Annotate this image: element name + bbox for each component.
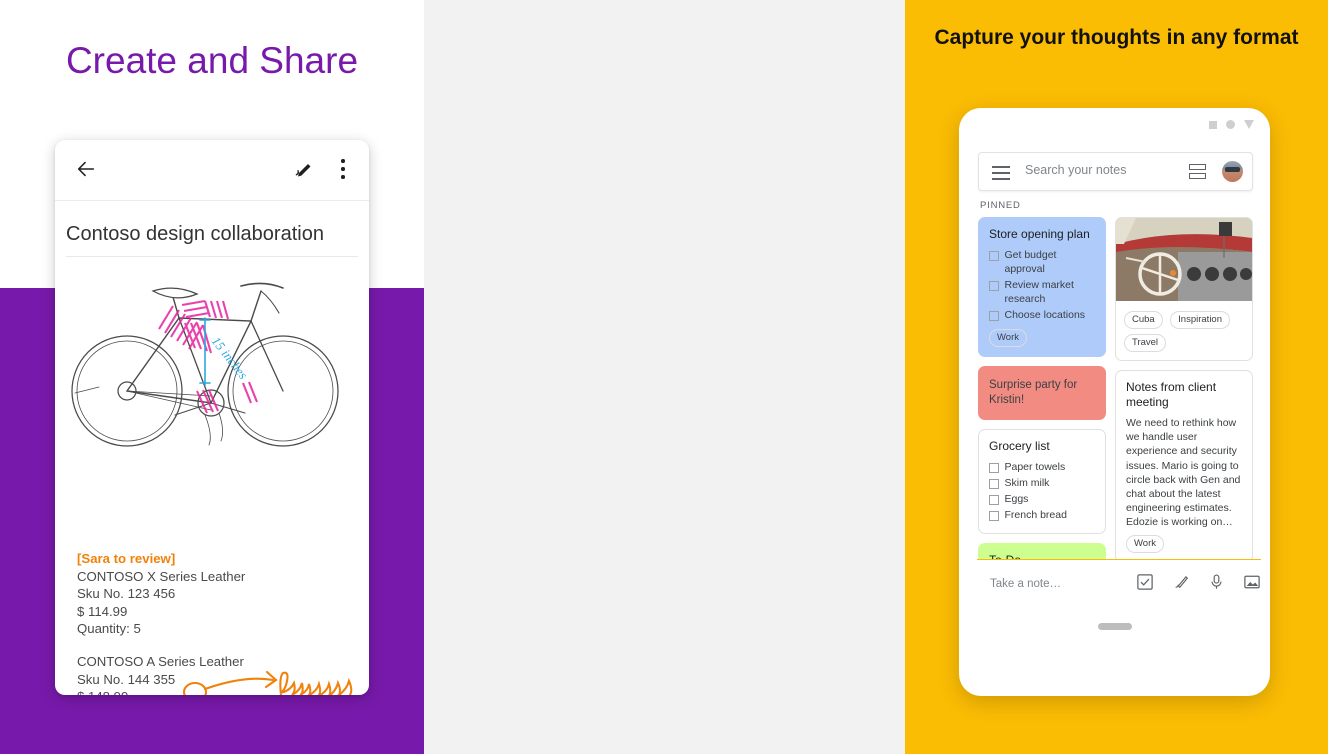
checklist-label: Choose locations (1004, 309, 1086, 321)
note-title: Store opening plan (989, 227, 1090, 241)
label-chip[interactable]: Travel (1124, 334, 1167, 352)
checklist-label: Get budget approval (1004, 249, 1057, 275)
arrow-left-icon[interactable] (75, 158, 97, 180)
note-text: We need to rethink how we handle user ex… (1126, 417, 1241, 529)
checklist-label: Review market research (1004, 279, 1074, 305)
note-body: [Sara to review] CONTOSO X Series Leathe… (77, 550, 355, 695)
section-label-pinned: PINNED (980, 200, 1021, 211)
hamburger-icon[interactable] (992, 166, 1010, 184)
note-editor-toolbar (55, 140, 369, 201)
item2-price: $ 148.99 (77, 688, 355, 695)
pen-edit-icon[interactable] (293, 159, 313, 179)
item1-quantity: Quantity: 5 (77, 621, 141, 637)
vintage-car-dashboard-photo (1116, 218, 1252, 301)
image-icon[interactable] (1244, 574, 1260, 590)
triangle-icon[interactable] (1244, 120, 1254, 129)
panel3-headline: Capture your thoughts in any format (934, 26, 1299, 49)
item1-name: CONTOSO X Series Leather (77, 568, 246, 584)
keep-column-left: Store opening plan Get budget approval R… (978, 217, 1106, 616)
tablet-device: Search your notes PINNED Store opening p… (959, 108, 1270, 696)
note-client-meeting[interactable]: Notes from client meeting We need to ret… (1115, 370, 1253, 563)
list-view-icon[interactable] (1189, 164, 1206, 181)
checkbox-icon[interactable] (989, 479, 999, 489)
keep-column-right: Cuba Inspiration Travel Notes from clien… (1115, 217, 1253, 616)
item2-sku: Sku No. 144 355 (77, 671, 176, 687)
checklist-item[interactable]: Skim milk (989, 476, 1095, 490)
checkbox-icon[interactable] (989, 495, 999, 505)
checklist-label: Skim milk (1004, 477, 1050, 489)
label-chip[interactable]: Work (989, 329, 1027, 347)
checkbox-icon[interactable] (989, 463, 999, 473)
brush-icon[interactable] (1173, 574, 1189, 590)
checklist-item[interactable]: Paper towels (989, 460, 1095, 474)
square-icon[interactable] (1209, 120, 1217, 129)
label-chip[interactable]: Cuba (1124, 311, 1163, 329)
panel-phone-notes: 12:00 Notes Credit card ********* ******… (424, 0, 905, 754)
checklist-item[interactable]: Eggs (989, 492, 1095, 506)
note-title: Grocery list (989, 439, 1050, 453)
note-text: Surprise party for Kristin! (989, 379, 1078, 406)
checklist-label: Eggs (1004, 493, 1029, 505)
checkbox-icon[interactable] (989, 511, 999, 521)
take-note-actions (1137, 574, 1260, 590)
note-surprise-party[interactable]: Surprise party for Kristin! (978, 366, 1106, 420)
label-chip[interactable]: Work (1126, 534, 1164, 553)
bicycle-sketch: 15 inches (55, 263, 369, 458)
user-avatar[interactable] (1222, 161, 1243, 182)
checklist-item[interactable]: French bread (989, 508, 1095, 522)
keep-app: Search your notes PINNED Store opening p… (968, 142, 1261, 656)
note-grocery-list[interactable]: Grocery list Paper towels Skim milk Eggs… (978, 429, 1106, 534)
checklist-item[interactable]: Get budget approval (989, 248, 1095, 276)
item1-sku: Sku No. 123 456 (77, 586, 176, 602)
checklist-item[interactable]: Choose locations (989, 308, 1095, 322)
checkbox-icon[interactable] (989, 311, 999, 321)
take-a-note-placeholder: Take a note… (990, 578, 1061, 590)
overflow-menu-icon[interactable] (341, 159, 345, 179)
checkbox-icon[interactable] (1137, 574, 1153, 590)
search-placeholder: Search your notes (1025, 163, 1127, 177)
checklist-label: French bread (1004, 509, 1067, 521)
panel1-headline: Create and Share (65, 40, 359, 81)
promo-screenshot: Create and Share Contoso design collabor… (0, 0, 1328, 754)
checklist-item[interactable]: Review market research (989, 278, 1095, 306)
checkbox-icon[interactable] (989, 281, 999, 291)
microphone-icon[interactable] (1209, 574, 1224, 590)
note-store-opening-plan[interactable]: Store opening plan Get budget approval R… (978, 217, 1106, 357)
circle-icon[interactable] (1226, 120, 1235, 129)
item1-price: $ 114.99 (77, 603, 128, 619)
panel-create-and-share: Create and Share Contoso design collabor… (0, 0, 424, 754)
note-editor-card: Contoso design collaboration 15 inches [… (55, 140, 369, 695)
label-chips: Cuba Inspiration Travel (1116, 301, 1252, 360)
search-bar[interactable]: Search your notes (978, 152, 1253, 191)
note-title: Notes from client meeting (1126, 380, 1217, 409)
review-tag: [Sara to review] (77, 551, 176, 566)
svg-text:15 inches: 15 inches (209, 334, 251, 382)
label-chip[interactable]: Inspiration (1170, 311, 1231, 329)
home-indicator[interactable] (1097, 623, 1132, 630)
note-car-photo[interactable]: Cuba Inspiration Travel (1115, 217, 1253, 361)
note-title: Contoso design collaboration (66, 223, 358, 257)
item2-name: CONTOSO A Series Leather (77, 653, 244, 669)
keep-take-note-bar[interactable]: Take a note… (977, 559, 1261, 616)
window-controls (1209, 120, 1254, 129)
checkbox-icon[interactable] (989, 251, 999, 261)
checklist-label: Paper towels (1004, 461, 1066, 473)
keep-notes-grid: Store opening plan Get budget approval R… (978, 217, 1253, 616)
